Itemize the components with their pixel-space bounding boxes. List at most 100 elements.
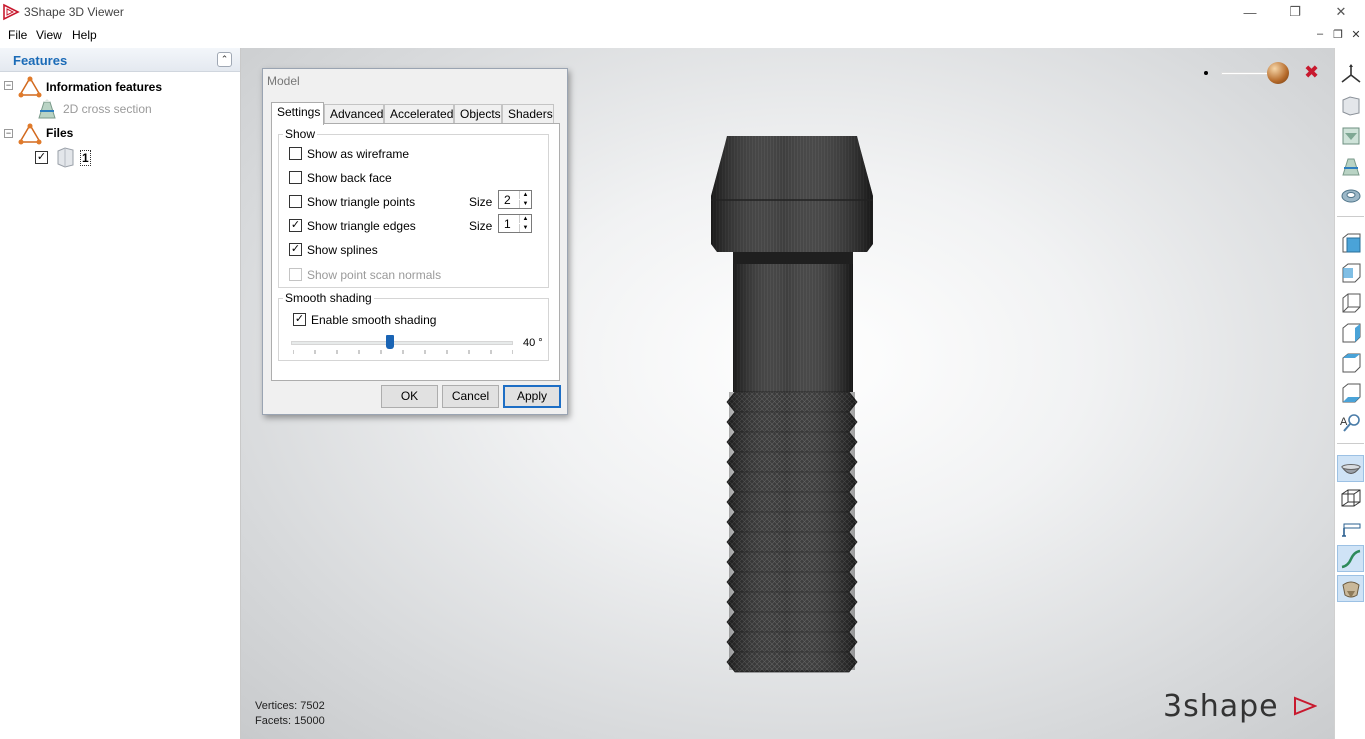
show-group-label: Show — [283, 127, 318, 141]
view-top-icon[interactable] — [1337, 349, 1364, 376]
axes-icon[interactable] — [1337, 60, 1364, 87]
window-title: 3Shape 3D Viewer — [24, 5, 124, 19]
tree-item-files[interactable]: − Files — [0, 122, 240, 145]
ruler-icon[interactable] — [1337, 515, 1364, 542]
close-button[interactable]: ✕ — [1318, 0, 1364, 24]
feature-group-icon — [18, 76, 42, 98]
cross-section-icon — [38, 99, 56, 119]
option-label: Show point scan normals — [307, 268, 442, 282]
mdi-restore-button[interactable]: ❐ — [1330, 27, 1346, 41]
spin-up-icon[interactable]: ▲ — [519, 215, 531, 223]
edges-size-label: Size — [469, 219, 493, 233]
checkbox[interactable] — [289, 147, 302, 160]
tab-advanced[interactable]: Advanced — [324, 104, 384, 124]
cancel-button[interactable]: Cancel — [442, 385, 499, 408]
expander-icon[interactable]: − — [4, 81, 13, 90]
menu-file[interactable]: File — [8, 28, 27, 42]
view-right-icon[interactable] — [1337, 319, 1364, 346]
menu-view[interactable]: View — [36, 28, 62, 42]
right-toolbar: A — [1334, 48, 1365, 739]
ok-button[interactable]: OK — [381, 385, 438, 408]
tab-shaders[interactable]: Shaders — [502, 104, 554, 124]
tree-label: 2D cross section — [63, 102, 152, 116]
features-panel: Features ⌃ − Information features 2D cro… — [0, 48, 241, 739]
mdi-close-button[interactable]: ✕ — [1348, 27, 1364, 41]
close-viewport-icon[interactable]: ✖ — [1304, 62, 1319, 83]
app-logo-icon — [3, 3, 20, 21]
option-show-wireframe[interactable]: Show as wireframe — [289, 146, 489, 162]
cube-front-icon[interactable] — [1337, 91, 1364, 118]
mdi-minimize-button[interactable]: – — [1312, 27, 1328, 41]
expander-icon[interactable]: − — [4, 129, 13, 138]
ring-icon[interactable] — [1337, 182, 1364, 209]
toolbar-separator — [1337, 443, 1364, 444]
screw-model[interactable] — [707, 134, 877, 674]
points-size-label: Size — [469, 195, 493, 209]
slider-ticks — [293, 350, 513, 354]
checkbox[interactable]: ✓ — [293, 313, 306, 326]
option-show-triangle-points[interactable]: Show triangle points — [289, 194, 469, 210]
light-control[interactable] — [1201, 62, 1289, 84]
checkbox[interactable] — [289, 195, 302, 208]
option-label: Enable smooth shading — [311, 313, 437, 327]
edges-size-value: 1 — [504, 217, 511, 231]
spin-up-icon[interactable]: ▲ — [519, 191, 531, 199]
tree-item-information-features[interactable]: − Information features — [0, 76, 240, 98]
checkbox[interactable]: ✓ — [289, 219, 302, 232]
tree-item-2d-cross-section[interactable]: 2D cross section — [0, 98, 240, 120]
tab-accelerated[interactable]: Accelerated — [384, 104, 454, 124]
zoom-text-icon[interactable]: A — [1337, 409, 1364, 436]
option-show-point-scan-normals: Show point scan normals — [289, 267, 509, 283]
option-show-back-face[interactable]: Show back face — [289, 170, 489, 186]
files-group-icon — [18, 123, 42, 145]
section-icon[interactable] — [1337, 122, 1364, 149]
tab-objects[interactable]: Objects — [454, 104, 502, 124]
tab-settings[interactable]: Settings — [271, 102, 324, 125]
checkbox — [289, 268, 302, 281]
light-dot-icon — [1204, 71, 1208, 75]
restore-button[interactable]: ❐ — [1272, 0, 1318, 24]
checkbox[interactable] — [289, 171, 302, 184]
points-size-stepper[interactable]: 2 ▲ ▼ — [498, 190, 532, 209]
option-enable-smooth-shading[interactable]: ✓ Enable smooth shading — [293, 312, 493, 328]
option-show-splines[interactable]: ✓ Show splines — [289, 242, 489, 258]
facets-count: Facets: 15000 — [255, 715, 325, 727]
smooth-shading-group-label: Smooth shading — [283, 291, 374, 305]
spline-icon[interactable] — [1337, 545, 1364, 572]
tree-label: Information features — [46, 80, 163, 94]
file-visible-checkbox[interactable]: ✓ — [35, 151, 48, 164]
apply-button[interactable]: Apply — [503, 385, 561, 408]
shaded-model-icon[interactable] — [1337, 575, 1364, 602]
spin-down-icon[interactable]: ▼ — [519, 224, 531, 232]
chevrons-up-icon[interactable]: ⌃ — [217, 52, 232, 67]
smooth-angle-value: 40 ° — [523, 337, 543, 349]
view-back-icon[interactable] — [1337, 259, 1364, 286]
option-label: Show back face — [307, 171, 392, 185]
light-sphere-icon[interactable] — [1267, 62, 1289, 84]
smooth-shading-group: Smooth shading ✓ Enable smooth shading 4… — [278, 291, 549, 361]
cube-outline-icon[interactable] — [1337, 485, 1364, 512]
light-slider-track[interactable] — [1221, 72, 1271, 75]
title-bar: 3Shape 3D Viewer — ❐ ✕ — [0, 0, 1365, 24]
features-panel-title: Features — [13, 53, 68, 68]
bowl-icon[interactable] — [1337, 455, 1364, 482]
tree-label: Files — [46, 126, 74, 140]
tree-item-file-1[interactable]: ✓ 1 — [0, 146, 240, 168]
spin-down-icon[interactable]: ▼ — [519, 200, 531, 208]
menu-help[interactable]: Help — [72, 28, 97, 42]
view-left-icon[interactable] — [1337, 289, 1364, 316]
minimize-button[interactable]: — — [1227, 0, 1273, 24]
option-show-triangle-edges[interactable]: ✓ Show triangle edges — [289, 218, 469, 234]
dialog-title: Model — [267, 74, 300, 88]
show-group: Show Show as wireframe Show back face Sh… — [278, 127, 549, 288]
view-front-icon[interactable] — [1337, 229, 1364, 256]
cross-section-icon[interactable] — [1337, 152, 1364, 179]
checkbox[interactable]: ✓ — [289, 243, 302, 256]
smooth-angle-slider-thumb[interactable] — [385, 335, 394, 349]
option-label: Show triangle points — [307, 195, 416, 209]
view-bottom-icon[interactable] — [1337, 379, 1364, 406]
smooth-angle-slider-track[interactable] — [291, 341, 513, 345]
option-label: Show as wireframe — [307, 147, 410, 161]
edges-size-stepper[interactable]: 1 ▲ ▼ — [498, 214, 532, 233]
toolbar-separator — [1337, 216, 1364, 217]
